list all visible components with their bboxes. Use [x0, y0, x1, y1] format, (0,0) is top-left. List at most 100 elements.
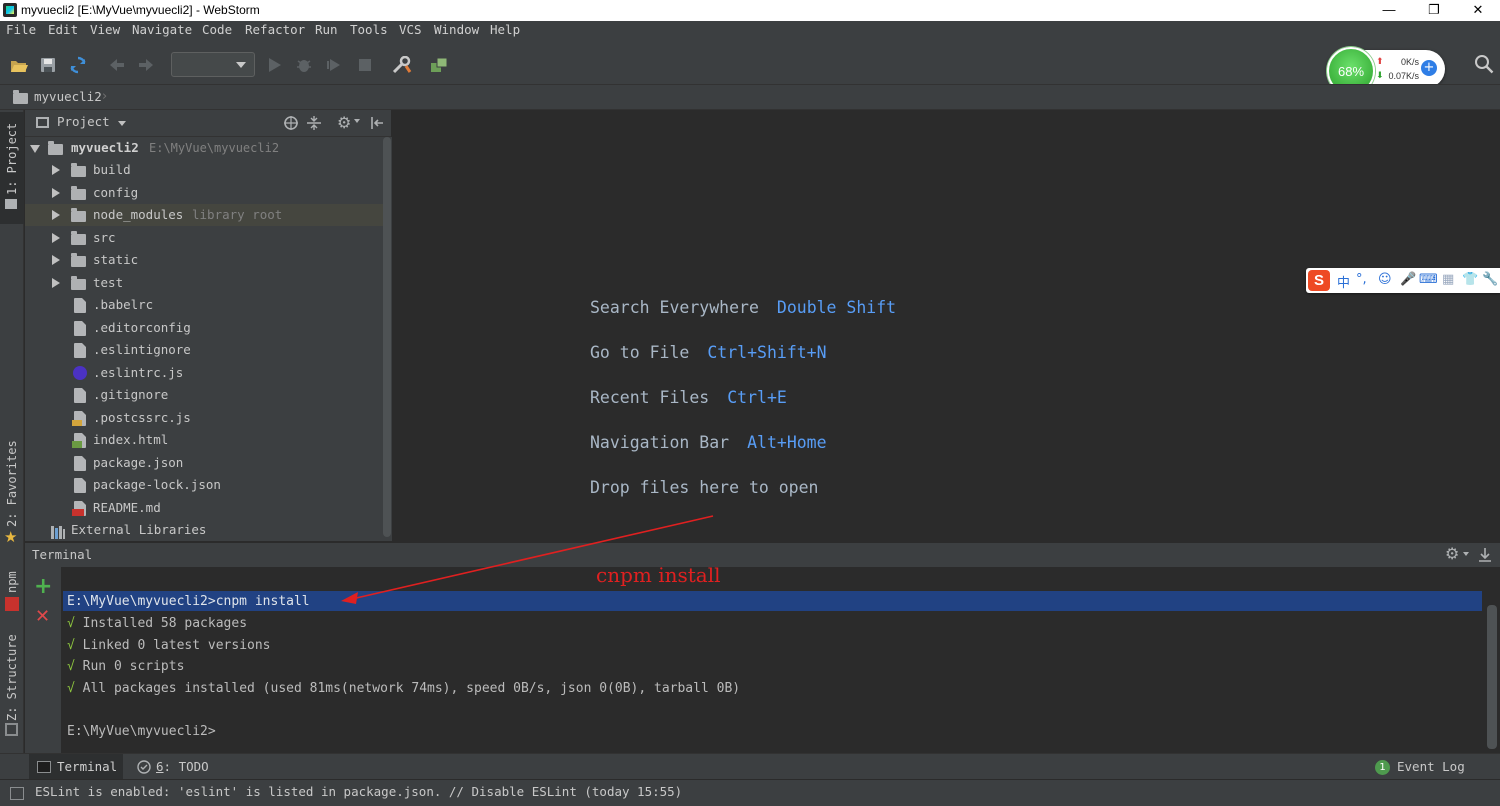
menu-refactor[interactable]: Refactor — [245, 22, 305, 37]
tree-folder-config[interactable]: config — [25, 182, 383, 204]
tab-favorites[interactable]: 2: Favorites — [5, 440, 19, 527]
tree-folder-test[interactable]: test — [25, 272, 383, 294]
expand-arrow-icon[interactable] — [52, 165, 60, 175]
terminal-settings-gear-icon[interactable]: ⚙ — [1445, 544, 1459, 563]
menu-view[interactable]: View — [90, 22, 120, 37]
menu-file[interactable]: File — [6, 22, 36, 37]
check-mark-icon: √ — [67, 638, 75, 653]
terminal-scrollbar[interactable] — [1487, 605, 1497, 749]
event-count-badge: 1 — [1375, 760, 1390, 775]
ime-toolbar[interactable]: S 中 °, ☺ 🎤 ⌨ ▦ 👕 🔧 — [1306, 268, 1500, 293]
menu-tools[interactable]: Tools — [350, 22, 388, 37]
expand-arrow-icon[interactable] — [52, 233, 60, 243]
tab-structure[interactable]: Z: Structure — [5, 634, 19, 721]
hide-panel-icon[interactable] — [369, 115, 385, 135]
project-tree-scrollbar[interactable] — [383, 137, 391, 537]
tab-project[interactable]: 1: Project — [5, 123, 19, 195]
tree-external-libraries[interactable]: External Libraries — [25, 519, 383, 541]
keyboard-icon[interactable]: ⌨ — [1419, 272, 1438, 287]
collapse-all-icon[interactable] — [306, 115, 322, 135]
emoji-icon[interactable]: ☺ — [1378, 272, 1392, 287]
menu-code[interactable]: Code — [202, 22, 232, 37]
expand-arrow-icon[interactable] — [52, 210, 60, 220]
scroll-from-source-icon[interactable] — [283, 115, 299, 135]
hint-drop-files: Drop files here to open — [590, 478, 818, 497]
tree-file-eslintrc[interactable]: .eslintrc.js — [25, 362, 383, 384]
project-panel-title[interactable]: Project — [57, 114, 110, 129]
debug-icon[interactable] — [293, 55, 315, 75]
gear-dropdown-icon[interactable] — [1463, 552, 1469, 556]
tree-file-package-lock-json[interactable]: package-lock.json — [25, 474, 383, 496]
menu-help[interactable]: Help — [490, 22, 520, 37]
synchronize-icon[interactable] — [67, 55, 89, 75]
open-folder-icon[interactable] — [8, 55, 30, 75]
chinese-mode-toggle[interactable]: 中 — [1337, 272, 1350, 291]
menu-run[interactable]: Run — [315, 22, 338, 37]
tree-file-editorconfig[interactable]: .editorconfig — [25, 317, 383, 339]
tree-file-gitignore[interactable]: .gitignore — [25, 384, 383, 406]
tree-file-index-html[interactable]: index.html — [25, 429, 383, 451]
close-window-button[interactable]: ✕ — [1455, 0, 1500, 21]
search-everywhere-icon[interactable] — [1474, 54, 1494, 78]
close-session-icon[interactable]: ✕ — [35, 608, 50, 626]
tab-npm[interactable]: npm — [5, 571, 19, 593]
text-file-icon — [74, 343, 86, 358]
tab-terminal[interactable]: Terminal — [29, 754, 123, 780]
status-message[interactable]: ESLint is enabled: 'eslint' is listed in… — [35, 784, 682, 799]
hint-label: Navigation Bar — [590, 433, 730, 452]
menu-navigate[interactable]: Navigate — [132, 22, 192, 37]
tree-folder-static[interactable]: static — [25, 249, 383, 271]
skin-shirt-icon[interactable]: 👕 — [1462, 272, 1478, 287]
microphone-icon[interactable]: 🎤 — [1400, 272, 1416, 287]
project-structure-icon[interactable] — [428, 55, 450, 75]
hint-shortcut: Ctrl+Shift+N — [707, 343, 827, 362]
expand-arrow-icon[interactable] — [52, 188, 60, 198]
tab-event-log[interactable]: Event Log — [1397, 759, 1465, 774]
folder-name: src — [93, 230, 116, 245]
hide-terminal-icon[interactable] — [1478, 547, 1492, 567]
tree-folder-src[interactable]: src — [25, 227, 383, 249]
stop-icon[interactable] — [354, 55, 376, 75]
favorites-star-icon: ★ — [4, 528, 18, 546]
menu-vcs[interactable]: VCS — [399, 22, 422, 37]
menu-edit[interactable]: Edit — [48, 22, 78, 37]
network-speed-widget[interactable]: 68% ⬆ 0K/s ⬇ 0.07K/s + — [1327, 47, 1445, 95]
collapse-arrow-icon[interactable] — [30, 145, 40, 153]
gear-icon[interactable]: ⚙ — [337, 113, 351, 132]
run-configuration-dropdown[interactable] — [171, 52, 255, 77]
tree-file-postcssrc[interactable]: .postcssrc.js — [25, 407, 383, 429]
tree-folder-node-modules[interactable]: node_modules library root — [25, 204, 383, 226]
navigate-forward-icon[interactable] — [135, 55, 157, 75]
hint-shortcut: Alt+Home — [747, 433, 827, 452]
tree-file-readme[interactable]: README.md — [25, 497, 383, 519]
js-badge-icon — [72, 420, 82, 426]
tree-file-package-json[interactable]: package.json — [25, 452, 383, 474]
tree-file-eslintignore[interactable]: .eslintignore — [25, 339, 383, 361]
breadcrumb-project[interactable]: myvuecli2 — [34, 89, 102, 104]
gear-dropdown-icon[interactable] — [354, 119, 360, 123]
run-icon[interactable] — [264, 55, 286, 75]
expand-arrow-icon[interactable] — [52, 255, 60, 265]
expand-arrow-icon[interactable] — [52, 278, 60, 288]
run-with-coverage-icon[interactable] — [324, 55, 346, 75]
menu-window[interactable]: Window — [434, 22, 479, 37]
tree-file-babelrc[interactable]: .babelrc — [25, 294, 383, 316]
settings-wrench-icon[interactable] — [391, 55, 413, 75]
navigate-back-icon[interactable] — [106, 55, 128, 75]
punctuation-toggle[interactable]: °, — [1356, 272, 1367, 287]
editor-empty-area[interactable] — [392, 110, 1500, 542]
view-dropdown-icon[interactable] — [118, 121, 126, 126]
new-session-plus-icon[interactable]: + — [34, 576, 52, 598]
toolbox-icon[interactable]: ▦ — [1442, 272, 1454, 287]
minimize-button[interactable]: — — [1366, 0, 1412, 21]
terminal-output-line: √ Run 0 scripts — [67, 659, 185, 674]
tab-todo[interactable]: 6: TODO — [156, 759, 209, 774]
save-all-icon[interactable] — [37, 55, 59, 75]
wrench-icon[interactable]: 🔧 — [1482, 272, 1498, 287]
tree-folder-build[interactable]: build — [25, 159, 383, 181]
toggle-tool-windows-icon[interactable] — [10, 787, 24, 800]
add-icon[interactable]: + — [1421, 60, 1437, 76]
maximize-button[interactable]: ❐ — [1411, 0, 1457, 21]
tree-root-myvuecli2[interactable]: myvuecli2 E:\MyVue\myvuecli2 — [25, 137, 383, 159]
file-name: .postcssrc.js — [93, 410, 191, 425]
